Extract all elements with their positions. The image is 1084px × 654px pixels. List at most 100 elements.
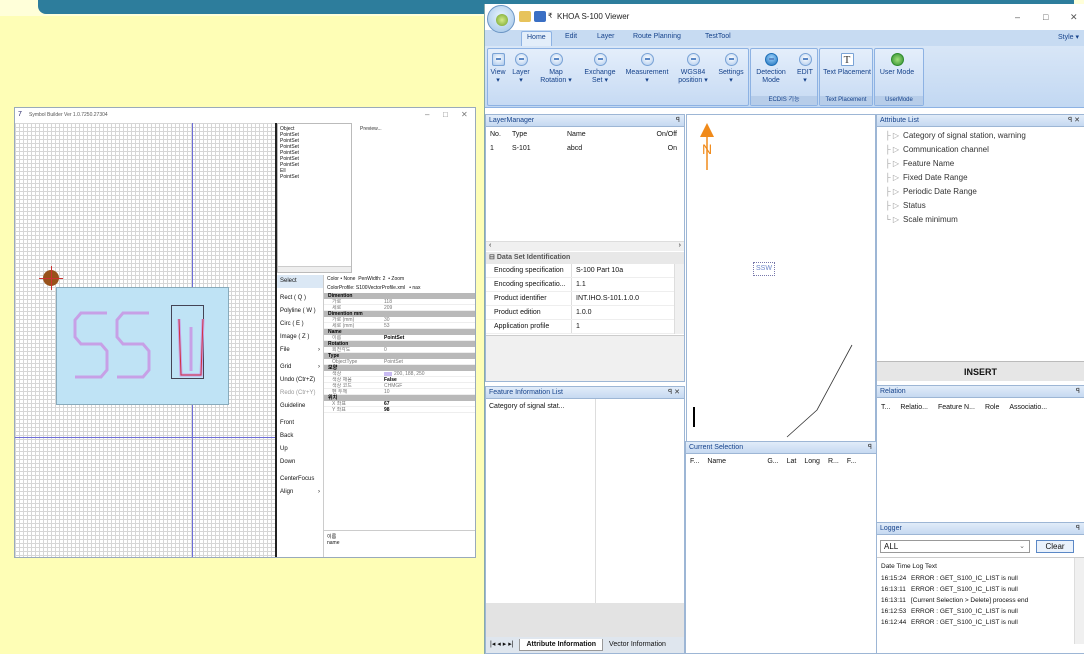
table-row[interactable]: 1 S-101 abcd On (486, 143, 684, 155)
detection-mode-button[interactable]: Detection Mode (751, 51, 791, 85)
tool-down[interactable]: Down (277, 456, 323, 469)
col-onoff[interactable]: On/Off (627, 127, 678, 143)
drawing-canvas[interactable] (15, 123, 275, 557)
tool-back[interactable]: Back (277, 430, 323, 443)
save-icon[interactable] (534, 11, 546, 22)
tool-polyline[interactable]: Polyline ( W ) (277, 305, 323, 318)
user-mode-button[interactable]: User Mode (877, 51, 917, 77)
tree-item[interactable]: ├ ▷ Category of signal station, warning (877, 129, 1084, 143)
wgs84-position-button[interactable]: WGS84 position ▾ (674, 51, 712, 85)
minimize-icon[interactable]: – (1015, 12, 1020, 22)
col-name[interactable]: Name (567, 127, 627, 143)
close-icon[interactable]: ✕ (1070, 12, 1078, 23)
pen-width-selector[interactable]: PenWidth: 2 (358, 276, 385, 282)
pin-icon[interactable]: ꟼ (1076, 523, 1080, 535)
color-selector[interactable]: Color • None (327, 276, 355, 282)
quick-access-dropdown-icon[interactable]: ₹ (548, 12, 552, 20)
col-lat[interactable]: Lat (787, 454, 797, 470)
cell-onoff[interactable]: On (627, 143, 677, 155)
vertical-scrollbar[interactable] (674, 264, 684, 334)
property-row[interactable]: Y 좌표 98 (324, 407, 475, 413)
col-f[interactable]: F... (690, 454, 699, 470)
tool-image[interactable]: Image ( Z ) (277, 331, 323, 344)
color-profile-label[interactable]: ColorProfile: S100VectorProfile.xml (327, 285, 405, 291)
tree-item[interactable]: ├ ▷ Status (877, 199, 1084, 213)
horizontal-scrollbar[interactable]: ‹ › (486, 241, 684, 251)
property-row[interactable]: Product identifier INT.IHO.S-101.1.0.0 (486, 292, 684, 306)
col-f2[interactable]: F... (847, 454, 856, 470)
list-item[interactable]: PointSet (280, 174, 349, 180)
tool-centerfocus[interactable]: CenterFocus (277, 473, 323, 486)
horizontal-scrollbar[interactable] (278, 266, 351, 272)
tool-grid[interactable]: Grid › (277, 361, 323, 374)
exchange-set-button[interactable]: Exchange Set ▾ (580, 51, 620, 85)
tab-edit[interactable]: Edit (565, 33, 577, 40)
folder-icon[interactable] (519, 11, 531, 22)
tool-rect[interactable]: Rect ( Q ) (277, 292, 323, 305)
tool-select[interactable]: Select (277, 275, 323, 288)
col-relation[interactable]: Relatio... (900, 398, 928, 418)
chevron-left-icon[interactable]: ‹ (489, 242, 491, 249)
tab-nav-arrows[interactable]: |◂ ◂ ▸ ▸| (490, 641, 514, 648)
dataset-header[interactable]: ⊟ Data Set Identification (486, 252, 684, 264)
property-row[interactable]: Application profile 1 (486, 320, 684, 334)
tab-home[interactable]: Home (521, 31, 552, 46)
col-type[interactable]: Type (512, 127, 567, 143)
vertical-scrollbar[interactable] (1074, 558, 1084, 644)
zoom-selector[interactable]: • Zoom (388, 276, 404, 282)
tree-item[interactable]: └ ▷ Scale minimum (877, 213, 1084, 227)
tool-circ[interactable]: Circ ( E ) (277, 318, 323, 331)
tool-guideline[interactable]: Guideline (277, 400, 323, 413)
pin-icon[interactable]: ꟼ (676, 115, 680, 127)
chevron-right-icon[interactable]: › (679, 242, 681, 249)
style-menu[interactable]: Style ▾ (1058, 33, 1079, 41)
map-symbol[interactable]: SSW (753, 262, 775, 276)
log-entry[interactable]: 16:13:11 [Current Selection > Delete] pro… (881, 595, 1080, 606)
minimize-icon[interactable]: – (425, 110, 429, 119)
col-t[interactable]: T... (881, 398, 890, 418)
tab-vector-information[interactable]: Vector Information (609, 641, 666, 648)
insert-button[interactable]: INSERT (877, 361, 1084, 381)
tree-item[interactable]: ├ ▷ Feature Name (877, 157, 1084, 171)
property-row[interactable]: Encoding specification S-100 Part 10a (486, 264, 684, 278)
settings-button[interactable]: Settings ▾ (714, 51, 748, 85)
col-no[interactable]: No. (490, 127, 512, 143)
tree-item[interactable]: ├ ▷ Fixed Date Range (877, 171, 1084, 185)
tool-front[interactable]: Front (277, 417, 323, 430)
property-row[interactable]: Encoding specificatio... 1.1 (486, 278, 684, 292)
tab-testtool[interactable]: TestTool (705, 33, 731, 40)
log-entry[interactable]: 16:15:24 ERROR : GET_S100_IC_LIST is null (881, 573, 1080, 584)
clear-button[interactable]: Clear (1036, 540, 1074, 553)
close-icon[interactable]: ✕ (461, 110, 468, 119)
tab-route-planning[interactable]: Route Planning (633, 33, 681, 40)
measurement-button[interactable]: Measurement ▾ (622, 51, 672, 85)
application-menu-button[interactable] (487, 5, 515, 33)
col-role[interactable]: Role (985, 398, 999, 418)
col-g[interactable]: G... (767, 454, 778, 470)
log-level-select[interactable]: ALL ⌄ (880, 540, 1030, 553)
tool-align[interactable]: Align › (277, 486, 323, 499)
tool-undo[interactable]: Undo (Ctr+Z) (277, 374, 323, 387)
col-feature-name[interactable]: Feature N... (938, 398, 975, 418)
tool-up[interactable]: Up (277, 443, 323, 456)
edit-ribbon-button[interactable]: EDIT ▾ (793, 51, 817, 85)
col-name[interactable]: Name (707, 454, 759, 470)
tool-file[interactable]: File › (277, 344, 323, 357)
pin-close-icons[interactable]: ꟼ ✕ (668, 387, 680, 399)
pin-icon[interactable]: ꟼ (1076, 386, 1080, 398)
map-rotation-button[interactable]: Map Rotation ▾ (536, 51, 576, 85)
text-placement-button[interactable]: T Text Placement (822, 51, 872, 77)
maximize-icon[interactable]: □ (1043, 12, 1048, 22)
pin-close-icons[interactable]: ꟼ ✕ (1068, 115, 1080, 127)
tab-layer[interactable]: Layer (597, 33, 615, 40)
log-entry[interactable]: 16:13:11 ERROR : GET_S100_IC_LIST is null (881, 584, 1080, 595)
col-association[interactable]: Associatio... (1009, 398, 1047, 418)
view-button[interactable]: View ▾ (488, 51, 508, 85)
maximize-icon[interactable]: □ (443, 110, 448, 119)
pin-icon[interactable]: ꟼ (868, 442, 872, 454)
map-marker[interactable] (693, 407, 695, 427)
tree-item[interactable]: ├ ▷ Communication channel (877, 143, 1084, 157)
tab-attribute-information[interactable]: Attribute Information (519, 639, 604, 651)
tool-redo[interactable]: Redo (Ctr+Y) (277, 387, 323, 400)
col-r[interactable]: R... (828, 454, 839, 470)
